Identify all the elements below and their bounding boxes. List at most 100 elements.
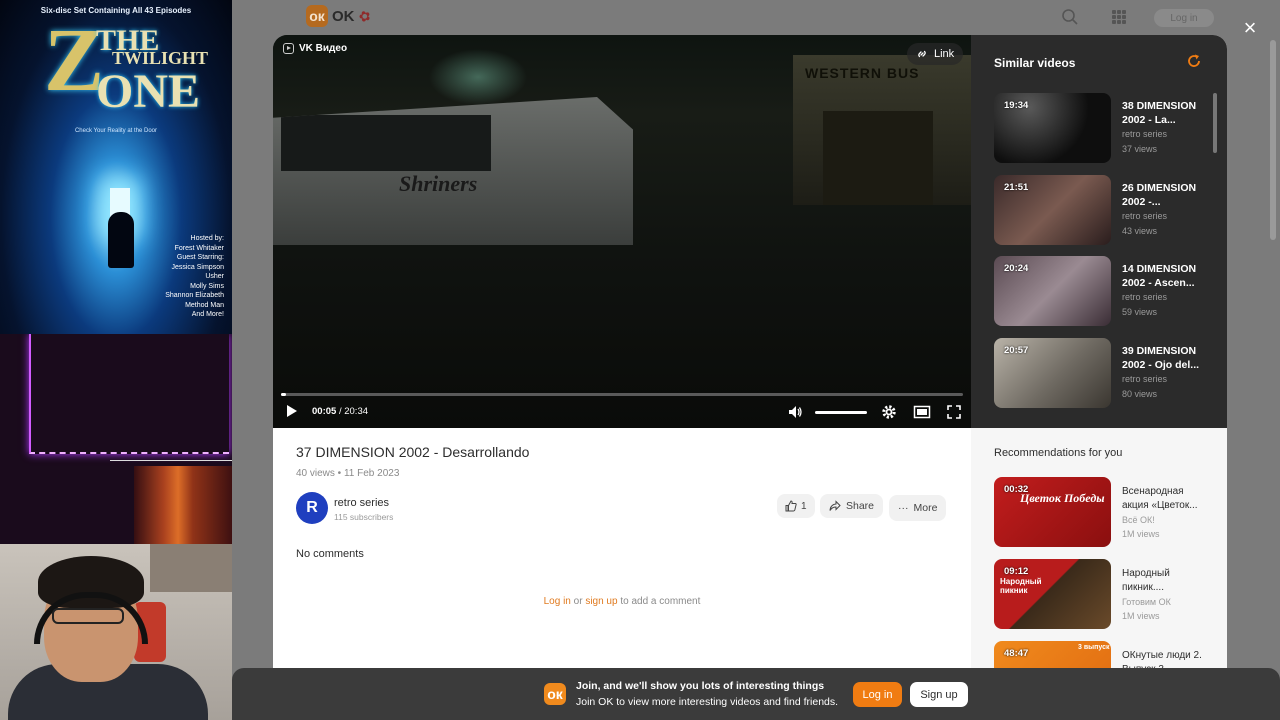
scene-bus-window (281, 115, 491, 171)
join-subtext: Join OK to view more interesting videos … (576, 696, 839, 708)
progress-fill (281, 393, 287, 396)
apps-grid-icon[interactable] (1112, 10, 1126, 24)
scene-sign-text: WESTERN BUS (805, 65, 920, 81)
stream-overlay-column: Six-disc Set Containing All 43 Episodes … (0, 0, 232, 720)
poster-credits: Hosted by: Forest Whitaker Guest Starrin… (165, 234, 224, 320)
close-icon[interactable]: × (1240, 17, 1260, 39)
similar-video-item[interactable]: 20:57 39 DIMENSION 2002 - Ojo del... ret… (994, 338, 1204, 410)
similar-scrollbar[interactable] (1213, 93, 1217, 153)
volume-icon[interactable] (787, 404, 803, 420)
video-title: 39 DIMENSION 2002 - Ojo del... (1122, 345, 1200, 371)
channel-name[interactable]: retro series (334, 497, 389, 509)
scene-bus: Shriners (273, 97, 633, 245)
poster-check-line: Check Your Reality at the Door (74, 128, 158, 134)
video-duration: 09:12 (1004, 566, 1029, 577)
volume-slider[interactable] (815, 411, 867, 414)
video-duration: 20:57 (1004, 345, 1029, 356)
webcam-feed (0, 544, 232, 720)
recommendations-title: Recommendations for you (994, 447, 1123, 459)
video-title: 38 DIMENSION 2002 - La... (1122, 100, 1197, 126)
vk-video-icon (283, 43, 294, 54)
no-comments-label: No comments (296, 548, 364, 560)
join-signup-button[interactable]: Sign up (910, 682, 968, 707)
poster-credit: Molly Sims (190, 282, 224, 290)
channel-avatar[interactable]: R (296, 492, 328, 524)
page-scrollbar[interactable] (1270, 40, 1276, 240)
video-duration: 48:47 (1004, 648, 1029, 659)
video-duration: 20:24 (1004, 263, 1029, 274)
video-views: 80 views (1122, 389, 1158, 399)
join-login-button[interactable]: Log in (853, 682, 902, 707)
similar-videos-panel: Similar videos 19:34 38 DIMENSION 2002 -… (971, 35, 1227, 428)
poster-credit: Method Man (185, 301, 224, 309)
video-info: 37 DIMENSION 2002 - Desarrollando 40 vie… (273, 428, 971, 675)
comment-cta: Log in or sign up to add a comment (273, 596, 971, 607)
video-modal: Shriners WESTERN BUS VK Видео Link 00:05… (273, 35, 1227, 675)
copy-link-button[interactable]: Link (907, 43, 964, 65)
search-icon[interactable] (1061, 8, 1079, 26)
channel-subscribers: 115 subscribers (334, 512, 394, 522)
visualizer-line (110, 460, 232, 461)
video-channel: Готовим ОК (1122, 597, 1171, 607)
similar-videos-title: Similar videos (994, 56, 1076, 70)
recommendations-panel: Recommendations for you Цветок Победы 00… (971, 428, 1227, 675)
progress-bar[interactable] (281, 393, 963, 396)
poster-credit: And More! (191, 311, 224, 318)
header-login-button[interactable]: Log in (1154, 9, 1214, 27)
video-channel: retro series (1122, 129, 1168, 139)
webcam-glasses (52, 608, 124, 624)
video-title: Всенародная акция «Цветок... (1122, 486, 1198, 511)
video-channel: retro series (1122, 374, 1168, 384)
similar-video-item[interactable]: 19:34 38 DIMENSION 2002 - La... retro se… (994, 93, 1204, 165)
video-duration: 21:51 (1004, 182, 1029, 193)
share-icon (829, 500, 841, 511)
twilight-zone-poster: Six-disc Set Containing All 43 Episodes … (0, 0, 232, 334)
poster-silhouette (108, 212, 134, 268)
share-button[interactable]: Share (820, 494, 884, 518)
ok-logo-icon: ок (306, 5, 328, 27)
similar-video-item[interactable]: 20:24 14 DIMENSION 2002 - Ascen... retro… (994, 256, 1204, 328)
recommendation-item[interactable]: Народный пикник 09:12 Народный пикник...… (994, 559, 1208, 631)
thumbnail-caption: Цветок Победы (1020, 491, 1105, 505)
audio-visualizer (0, 334, 232, 544)
vk-video-badge[interactable]: VK Видео (283, 43, 347, 54)
visualizer-bars (134, 466, 232, 544)
site-header: ок OK ✿ Log in (232, 0, 1280, 36)
ok-logo[interactable]: ок OK ✿ (306, 5, 372, 27)
visualizer-frame (29, 334, 229, 454)
play-icon[interactable] (285, 403, 299, 419)
video-views: 43 views (1122, 226, 1158, 236)
video-frame: Shriners WESTERN BUS (273, 35, 971, 428)
video-player[interactable]: Shriners WESTERN BUS VK Видео Link 00:05… (273, 35, 971, 428)
thumbs-up-icon (785, 500, 797, 512)
comment-signup-link[interactable]: sign up (585, 596, 617, 607)
poster-credit: Usher (205, 273, 224, 280)
video-views: 1M views (1122, 529, 1160, 539)
thumbnail-caption: Народный пикник (1000, 577, 1042, 595)
settings-gear-icon[interactable] (880, 403, 898, 421)
webcam-shelf (150, 544, 232, 592)
join-banner: ок Join, and we'll show you lots of inte… (232, 668, 1280, 720)
video-views: 1M views (1122, 611, 1160, 621)
thumbnail-caption: 3 выпуск (1078, 644, 1110, 651)
scene-garage-door (823, 111, 933, 205)
similar-video-item[interactable]: 21:51 26 DIMENSION 2002 -... retro serie… (994, 175, 1204, 247)
current-time: 00:05 (312, 406, 337, 417)
recommendation-item[interactable]: Цветок Победы 00:32 Всенародная акция «Ц… (994, 477, 1208, 549)
more-dots-icon: ··· (898, 502, 909, 514)
video-duration: 00:32 (1004, 484, 1029, 495)
scene-building: WESTERN BUS (793, 55, 971, 205)
poster-credit: Jessica Simpson (171, 263, 224, 271)
picture-in-picture-icon[interactable] (913, 404, 931, 420)
vk-video-label: VK Видео (299, 43, 348, 54)
more-button[interactable]: ··· More (889, 495, 947, 521)
video-channel: retro series (1122, 292, 1168, 302)
comment-cta-or: or (570, 596, 586, 607)
fullscreen-icon[interactable] (946, 404, 962, 420)
refresh-icon[interactable] (1186, 53, 1202, 69)
video-duration: 19:34 (1004, 100, 1029, 111)
comment-login-link[interactable]: Log in (544, 596, 571, 607)
video-views: 37 views (1122, 144, 1158, 154)
like-count: 1 (801, 500, 807, 512)
like-button[interactable]: 1 (777, 494, 815, 518)
